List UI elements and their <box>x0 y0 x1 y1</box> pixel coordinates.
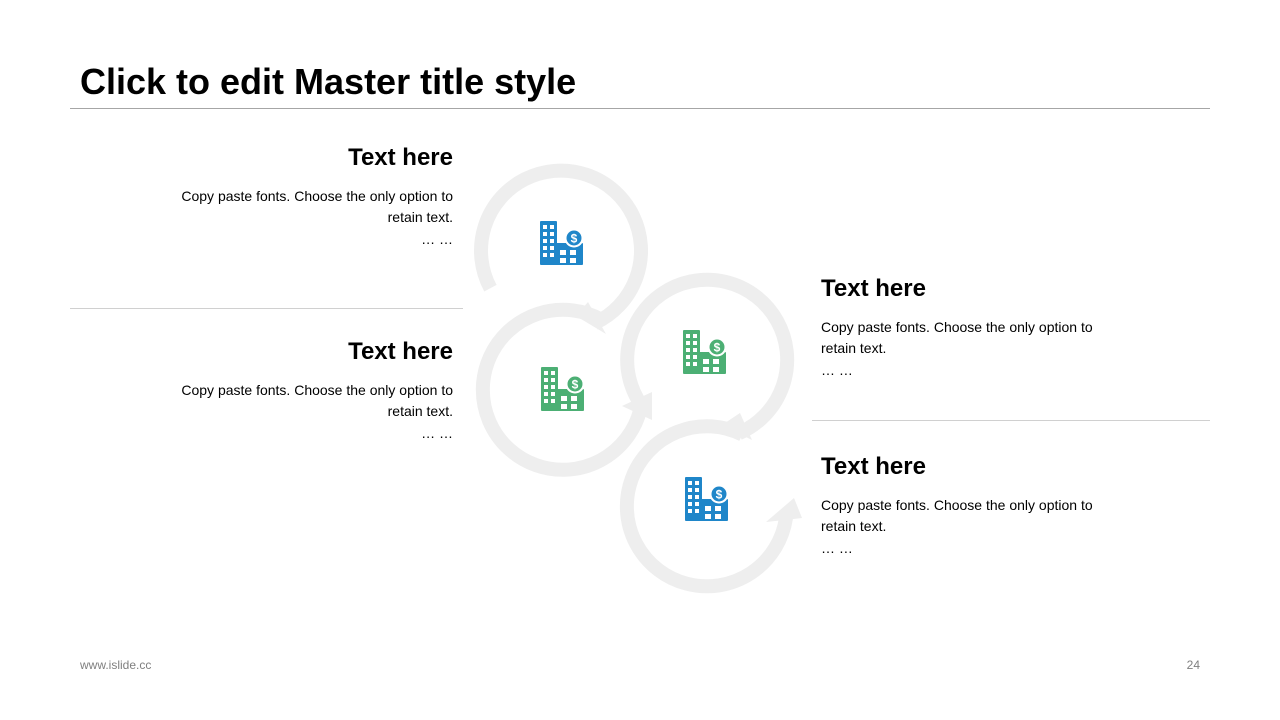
block-body[interactable]: Copy paste fonts. Choose the only option… <box>153 380 453 422</box>
text-block-4: Text here Copy paste fonts. Choose the o… <box>821 453 1121 559</box>
block-heading[interactable]: Text here <box>153 144 453 172</box>
left-separator <box>70 308 463 309</box>
block-heading[interactable]: Text here <box>153 338 453 366</box>
block-ellipsis[interactable]: … … <box>821 537 1121 559</box>
block-ellipsis[interactable]: … … <box>153 422 453 444</box>
text-block-1: Text here Copy paste fonts. Choose the o… <box>153 144 453 250</box>
text-block-2: Text here Copy paste fonts. Choose the o… <box>153 338 453 444</box>
block-heading[interactable]: Text here <box>821 275 1121 303</box>
text-block-3: Text here Copy paste fonts. Choose the o… <box>821 275 1121 381</box>
block-heading[interactable]: Text here <box>821 453 1121 481</box>
building-dollar-icon <box>683 330 727 374</box>
footer-url[interactable]: www.islide.cc <box>80 658 151 672</box>
building-dollar-icon <box>540 221 584 265</box>
right-separator <box>812 420 1210 421</box>
building-dollar-icon <box>685 477 729 521</box>
block-ellipsis[interactable]: … … <box>153 228 453 250</box>
building-dollar-icon <box>541 367 585 411</box>
page-number: 24 <box>1186 658 1200 672</box>
block-body[interactable]: Copy paste fonts. Choose the only option… <box>821 317 1121 359</box>
block-body[interactable]: Copy paste fonts. Choose the only option… <box>821 495 1121 537</box>
block-ellipsis[interactable]: … … <box>821 359 1121 381</box>
block-body[interactable]: Copy paste fonts. Choose the only option… <box>153 186 453 228</box>
